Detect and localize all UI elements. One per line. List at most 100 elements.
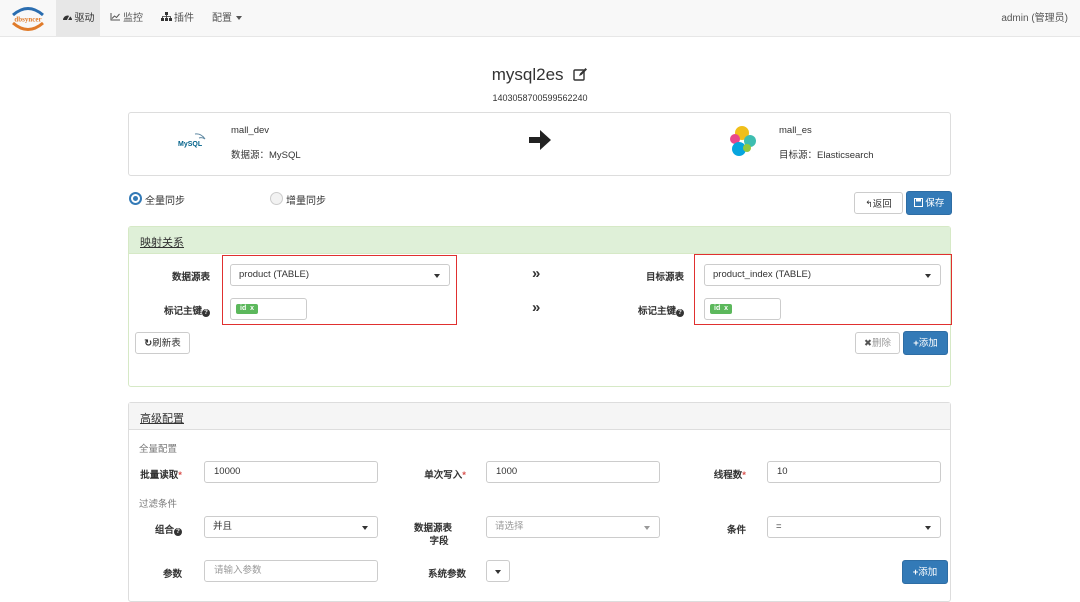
mapping-arrow-2: » — [532, 299, 541, 316]
filter-section: 过滤条件 — [139, 499, 178, 510]
source-highlight-box — [222, 255, 457, 325]
full-sync-label[interactable]: 全量同步 — [145, 192, 185, 207]
condition-label: 条件 — [726, 525, 746, 536]
combine-label-wrap: 组合? — [120, 522, 182, 536]
target-key-label: 标记主键 — [637, 306, 676, 317]
source-field-placeholder: 请选择 — [495, 521, 524, 532]
target-highlight-box — [694, 254, 952, 325]
save-icon — [913, 198, 926, 209]
combine-select[interactable]: 并且 — [204, 516, 378, 538]
reply-icon: ↰ — [865, 199, 873, 209]
param-label: 参数 — [162, 569, 182, 580]
refresh-tables-label: 刷新表 — [152, 338, 181, 349]
dashboard-icon — [62, 0, 73, 37]
connection-summary: MySQL mall_dev 数据源：MySQL mall_es 目标源：Ela… — [128, 112, 951, 176]
single-write-label: 单次写入 — [424, 470, 463, 481]
add-filter-button[interactable]: +添加 — [902, 560, 948, 584]
sys-param-label: 系统参数 — [427, 569, 466, 580]
source-field-select[interactable]: 请选择 — [486, 516, 660, 538]
target-name: mall_es — [779, 125, 812, 136]
advanced-panel-title[interactable]: 高级配置 — [140, 410, 184, 426]
batch-read-label-wrap: 批量读取* — [140, 470, 182, 481]
close-icon: ✖ — [864, 338, 872, 349]
save-button[interactable]: 保存 — [906, 191, 952, 215]
target-type: 目标源：Elasticsearch — [779, 150, 874, 161]
incremental-sync-radio[interactable] — [270, 192, 283, 205]
param-placeholder: 请输入参数 — [214, 565, 262, 576]
logo-text: dbsyncer — [14, 16, 41, 24]
combine-value: 并且 — [213, 521, 233, 532]
save-button-label: 保存 — [925, 198, 945, 209]
page-title-text: mysql2es — [491, 65, 564, 84]
full-sync-radio[interactable] — [129, 192, 142, 205]
nav-drive[interactable]: 驱动 — [56, 0, 100, 37]
delete-button[interactable]: ✖删除 — [855, 332, 900, 354]
target-table-label: 目标源表 — [645, 272, 684, 283]
elasticsearch-logo — [724, 124, 760, 158]
arrow-right-icon — [527, 127, 553, 153]
batch-read-label: 批量读取 — [140, 470, 179, 481]
source-key-label: 标记主键 — [163, 306, 202, 317]
single-write-value: 1000 — [496, 466, 518, 477]
source-field-label-line1: 数据源表 — [413, 523, 452, 534]
source-field-label-line2: 字段 — [429, 536, 449, 547]
condition-value: = — [776, 521, 782, 532]
add-mapping-label: 添加 — [918, 338, 938, 349]
mysql-logo-text: MySQL — [178, 141, 203, 148]
sitemap-icon — [161, 0, 172, 37]
source-table-label: 数据源表 — [171, 272, 210, 283]
target-key-label-wrap: 标记主键? — [614, 303, 684, 317]
batch-read-value: 10000 — [214, 466, 241, 477]
nav-monitor-label: 监控 — [123, 13, 143, 24]
mapping-panel-header: 映射关系 — [129, 227, 950, 254]
nav-config[interactable]: 配置 — [212, 0, 242, 37]
nav-plugin-label: 插件 — [174, 13, 194, 24]
nav-config-label: 配置 — [212, 13, 232, 24]
param-input[interactable]: 请输入参数 — [204, 560, 378, 582]
combine-label: 组合 — [154, 525, 174, 536]
single-write-label-wrap: 单次写入* — [424, 470, 466, 481]
line-chart-icon — [110, 0, 121, 37]
user-menu[interactable]: admin (管理员) — [1001, 0, 1068, 37]
threads-input[interactable]: 10 — [767, 461, 941, 483]
source-field-label: 数据源表 字段 — [400, 522, 466, 548]
caret-down-icon — [495, 570, 501, 574]
top-navbar: dbsyncer 驱动 监控 插件 配置 admin (管理员) — [0, 0, 1080, 37]
mysql-logo: MySQL — [177, 131, 211, 151]
nav-monitor[interactable]: 监控 — [110, 0, 143, 37]
threads-label-wrap: 线程数* — [713, 470, 746, 481]
sys-param-select[interactable] — [486, 560, 510, 582]
incremental-sync-label[interactable]: 增量同步 — [286, 192, 326, 207]
mapping-panel-title[interactable]: 映射关系 — [140, 234, 184, 250]
question-circle-icon[interactable]: ? — [676, 309, 684, 317]
add-filter-label: 添加 — [918, 567, 938, 578]
refresh-tables-button[interactable]: ↻刷新表 — [135, 332, 190, 354]
nav-drive-label: 驱动 — [74, 13, 95, 24]
question-circle-icon[interactable]: ? — [174, 528, 182, 536]
caret-down-icon — [925, 526, 931, 530]
question-circle-icon[interactable]: ? — [202, 309, 210, 317]
back-button[interactable]: ↰返回 — [854, 192, 903, 214]
batch-read-input[interactable]: 10000 — [204, 461, 378, 483]
advanced-panel-header: 高级配置 — [129, 403, 950, 430]
page-title: mysql2es — [0, 65, 1080, 85]
source-key-label-wrap: 标记主键? — [140, 303, 210, 317]
threads-value: 10 — [777, 466, 788, 477]
add-mapping-button[interactable]: +添加 — [903, 331, 948, 355]
back-button-label: 返回 — [872, 199, 892, 210]
caret-down-icon — [235, 16, 242, 20]
source-name: mall_dev — [231, 125, 270, 136]
condition-select[interactable]: = — [767, 516, 941, 538]
delete-button-label: 删除 — [871, 338, 891, 349]
edit-icon[interactable] — [573, 66, 588, 81]
full-config-section: 全量配置 — [139, 444, 178, 455]
dbsyncer-logo[interactable]: dbsyncer — [9, 4, 47, 34]
nav-plugin[interactable]: 插件 — [161, 0, 194, 37]
single-write-input[interactable]: 1000 — [486, 461, 660, 483]
threads-label: 线程数 — [713, 470, 743, 481]
mapping-arrow-1: » — [532, 265, 541, 282]
mapping-id: 1403058700599562240 — [492, 93, 588, 103]
caret-down-icon — [644, 526, 650, 530]
caret-down-icon — [362, 526, 368, 530]
source-type: 数据源：MySQL — [231, 150, 301, 161]
